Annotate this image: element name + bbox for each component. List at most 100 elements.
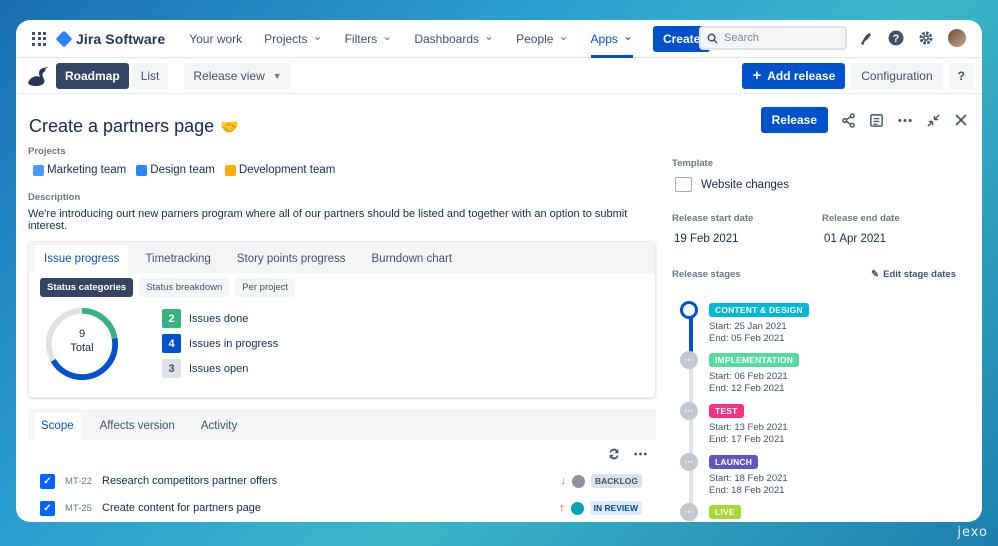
priority-low-icon: ↓ (560, 475, 567, 487)
nav-item-label: Filters (344, 31, 378, 46)
configuration-button[interactable]: Configuration (851, 63, 943, 89)
swan-logo-icon (28, 66, 48, 86)
stat-open[interactable]: 3 Issues open (162, 359, 278, 378)
tab-scope[interactable]: Scope (34, 412, 81, 440)
stage-tag: LIVE (709, 505, 741, 519)
release-notes-icon[interactable] (869, 113, 884, 128)
release-dates: Release start date 19 Feb 2021 Release e… (672, 213, 972, 245)
svg-text:?: ? (893, 33, 900, 45)
stages-header: Release stages ✎ Edit stage dates (672, 269, 972, 280)
refresh-icon[interactable] (607, 447, 621, 461)
issue-summary[interactable]: Create content for partners page (102, 502, 261, 514)
project-development[interactable]: Development team (224, 164, 335, 176)
start-date-label: Release start date (672, 213, 754, 224)
project-name: Design team (150, 164, 215, 176)
top-right-icons: ? (858, 29, 966, 47)
assignee-avatar (570, 501, 584, 515)
chip-per-project[interactable]: Per project (235, 278, 296, 297)
scope-tools (607, 447, 648, 461)
assignee-avatar (572, 474, 586, 488)
add-release-button[interactable]: + Add release (742, 63, 846, 89)
collapse-icon[interactable] (926, 113, 941, 128)
stage-dots-icon: ··· (680, 453, 698, 471)
stage-tag: CONTENT & DESIGN (709, 303, 809, 317)
tab-issue-progress[interactable]: Issue progress (35, 245, 129, 273)
app-switcher-icon[interactable] (32, 31, 46, 46)
stage-details: LIVEStart: 19 Feb 2021End: 01 Apr 2021 (709, 502, 788, 522)
chevron-down-icon: ⌄ (312, 29, 323, 43)
chevron-down-icon: ⌄ (558, 29, 569, 43)
description-section: Description We're introducing ourt new p… (28, 192, 638, 232)
end-date-field[interactable]: Release end date 01 Apr 2021 (822, 213, 972, 245)
start-date-field[interactable]: Release start date 19 Feb 2021 (672, 213, 822, 245)
scope-more-icon[interactable] (633, 447, 648, 461)
issue-meta: ↑ IN REVIEW (559, 501, 642, 515)
jira-logo[interactable]: Jira Software (55, 30, 166, 47)
nav-item-label: Projects (264, 31, 308, 46)
list-tab[interactable]: List (131, 62, 169, 89)
handshake-emoji: 🤝 (220, 118, 239, 136)
issue-row[interactable]: ✓ MT-25 Create content for partners page… (40, 498, 648, 518)
issue-row[interactable]: ✓ MT-22 Research competitors partner off… (40, 471, 648, 491)
stage-details: LAUNCH Start: 18 Feb 2021 End: 18 Feb 2021 (709, 452, 788, 497)
tab-burndown-chart[interactable]: Burndown chart (363, 245, 462, 273)
jira-window: Jira Software Your work Projects ⌄ Filters ⌄… (16, 20, 982, 522)
project-design[interactable]: Design team (136, 164, 215, 176)
search-input[interactable]: Search (699, 26, 847, 50)
description-text[interactable]: We're introducing ourt new parners progr… (28, 208, 638, 232)
nav-item-your-work[interactable]: Your work (189, 20, 242, 58)
more-options-icon[interactable] (897, 113, 913, 128)
release-button[interactable]: Release (760, 107, 828, 133)
nav-item-dashboards[interactable]: Dashboards ⌄ (414, 20, 494, 58)
issue-key[interactable]: MT-25 (65, 503, 101, 514)
top-navigation: Jira Software Your work Projects ⌄ Filters ⌄… (16, 20, 982, 58)
stage-tag: TEST (709, 404, 744, 418)
done-count: 2 (162, 309, 181, 328)
nav-item-label: Your work (189, 31, 243, 46)
nav-item-apps[interactable]: Apps ⌄ (590, 20, 634, 58)
projects-label: Projects (28, 146, 66, 157)
tab-activity[interactable]: Activity (194, 412, 244, 440)
nav-item-projects[interactable]: Projects ⌄ (264, 20, 322, 58)
edit-stage-dates-button[interactable]: ✎ Edit stage dates (871, 269, 956, 280)
stage-start-date: Start: 25 Jan 2021 (709, 321, 787, 332)
priority-high-icon: ↑ (559, 502, 565, 514)
toolbar-help-button[interactable]: ? (948, 63, 974, 89)
nav-item-people[interactable]: People ⌄ (516, 20, 568, 58)
template-value[interactable]: Website changes (675, 177, 972, 192)
chip-status-categories[interactable]: Status categories (40, 278, 134, 297)
issue-summary[interactable]: Research competitors partner offers (102, 475, 277, 487)
project-marketing[interactable]: Marketing team (33, 164, 126, 176)
product-name: Jira Software (76, 30, 166, 47)
progress-stats: 2 Issues done 4 Issues in progress 3 Iss… (162, 309, 278, 384)
open-label: Issues open (189, 362, 249, 375)
nav-item-filters[interactable]: Filters ⌄ (345, 20, 393, 58)
user-avatar[interactable] (948, 29, 966, 47)
share-icon[interactable] (841, 112, 856, 128)
stage-details: CONTENT & DESIGN Start: 25 Jan 2021 End: 0… (709, 300, 809, 345)
stage-end-date: End: 18 Feb 2021 (709, 485, 785, 496)
release-view-label: Release view (193, 68, 265, 83)
stat-in-progress[interactable]: 4 Issues in progress (162, 334, 278, 353)
release-stages-label: Release stages (672, 269, 741, 280)
tab-timetracking[interactable]: Timetracking (136, 245, 219, 273)
release-view-dropdown[interactable]: Release view ▼ (184, 62, 291, 89)
tab-story-points-progress[interactable]: Story points progress (228, 245, 355, 273)
tab-affects-version[interactable]: Affects version (93, 412, 182, 440)
stage-start-date: Start: 06 Feb 2021 (709, 371, 788, 382)
notifications-icon[interactable] (858, 30, 874, 46)
total-label: Total (70, 342, 94, 354)
issue-key[interactable]: MT-22 (65, 476, 101, 487)
settings-icon[interactable] (918, 30, 934, 46)
search-placeholder: Search (724, 32, 759, 44)
chevron-down-icon: ⌄ (622, 29, 633, 43)
stage-details: IMPLEMENTATION Start: 06 Feb 2021 End: 12 … (709, 350, 800, 395)
in-progress-label: Issues in progress (189, 337, 279, 350)
chip-status-breakdown[interactable]: Status breakdown (139, 278, 230, 297)
stage-start-date: Start: 13 Feb 2021 (709, 422, 788, 433)
release-title: Create a partners page 🤝 (29, 116, 239, 137)
stat-done[interactable]: 2 Issues done (162, 309, 278, 328)
close-icon[interactable] (954, 113, 968, 127)
help-icon[interactable]: ? (888, 30, 904, 46)
roadmap-tab[interactable]: Roadmap (56, 62, 129, 89)
